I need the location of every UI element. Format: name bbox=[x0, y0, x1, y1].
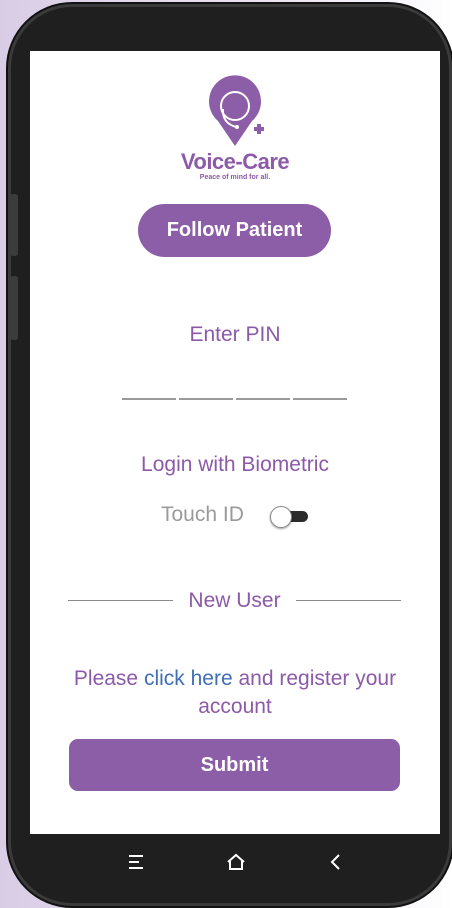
follow-patient-button[interactable]: Follow Patient bbox=[138, 204, 331, 257]
touch-id-row: Touch ID bbox=[161, 503, 321, 533]
pin-digit-3[interactable] bbox=[236, 398, 290, 400]
register-prompt: Please click here and register your acco… bbox=[50, 665, 420, 721]
register-prefix: Please bbox=[73, 667, 144, 690]
touch-id-label: Touch ID bbox=[161, 503, 244, 526]
submit-button[interactable]: Submit bbox=[69, 739, 400, 791]
pin-digit-4[interactable] bbox=[293, 398, 347, 400]
volume-up-button[interactable] bbox=[10, 194, 18, 256]
pin-digit-2[interactable] bbox=[179, 398, 233, 400]
register-link[interactable]: click here bbox=[144, 667, 233, 690]
new-user-divider: New User bbox=[68, 589, 401, 613]
biometric-login-label: Login with Biometric bbox=[141, 453, 329, 476]
volume-down-button[interactable] bbox=[10, 276, 18, 340]
menu-icon[interactable] bbox=[124, 850, 148, 874]
brand-name: Voice-Care bbox=[180, 149, 290, 174]
system-nav-bar bbox=[30, 834, 440, 890]
enter-pin-label: Enter PIN bbox=[189, 323, 281, 346]
pin-digit-1[interactable] bbox=[122, 398, 176, 400]
touch-id-toggle[interactable] bbox=[270, 506, 310, 528]
brand-tagline: Peace of mind for all. bbox=[199, 174, 271, 181]
new-user-label: New User bbox=[182, 589, 287, 612]
home-icon[interactable] bbox=[224, 850, 248, 874]
app-screen: Voice-Care Peace of mind for all. Follow… bbox=[30, 51, 440, 834]
pin-input[interactable] bbox=[122, 398, 349, 400]
back-icon[interactable] bbox=[324, 850, 348, 874]
toggle-knob bbox=[270, 506, 292, 528]
